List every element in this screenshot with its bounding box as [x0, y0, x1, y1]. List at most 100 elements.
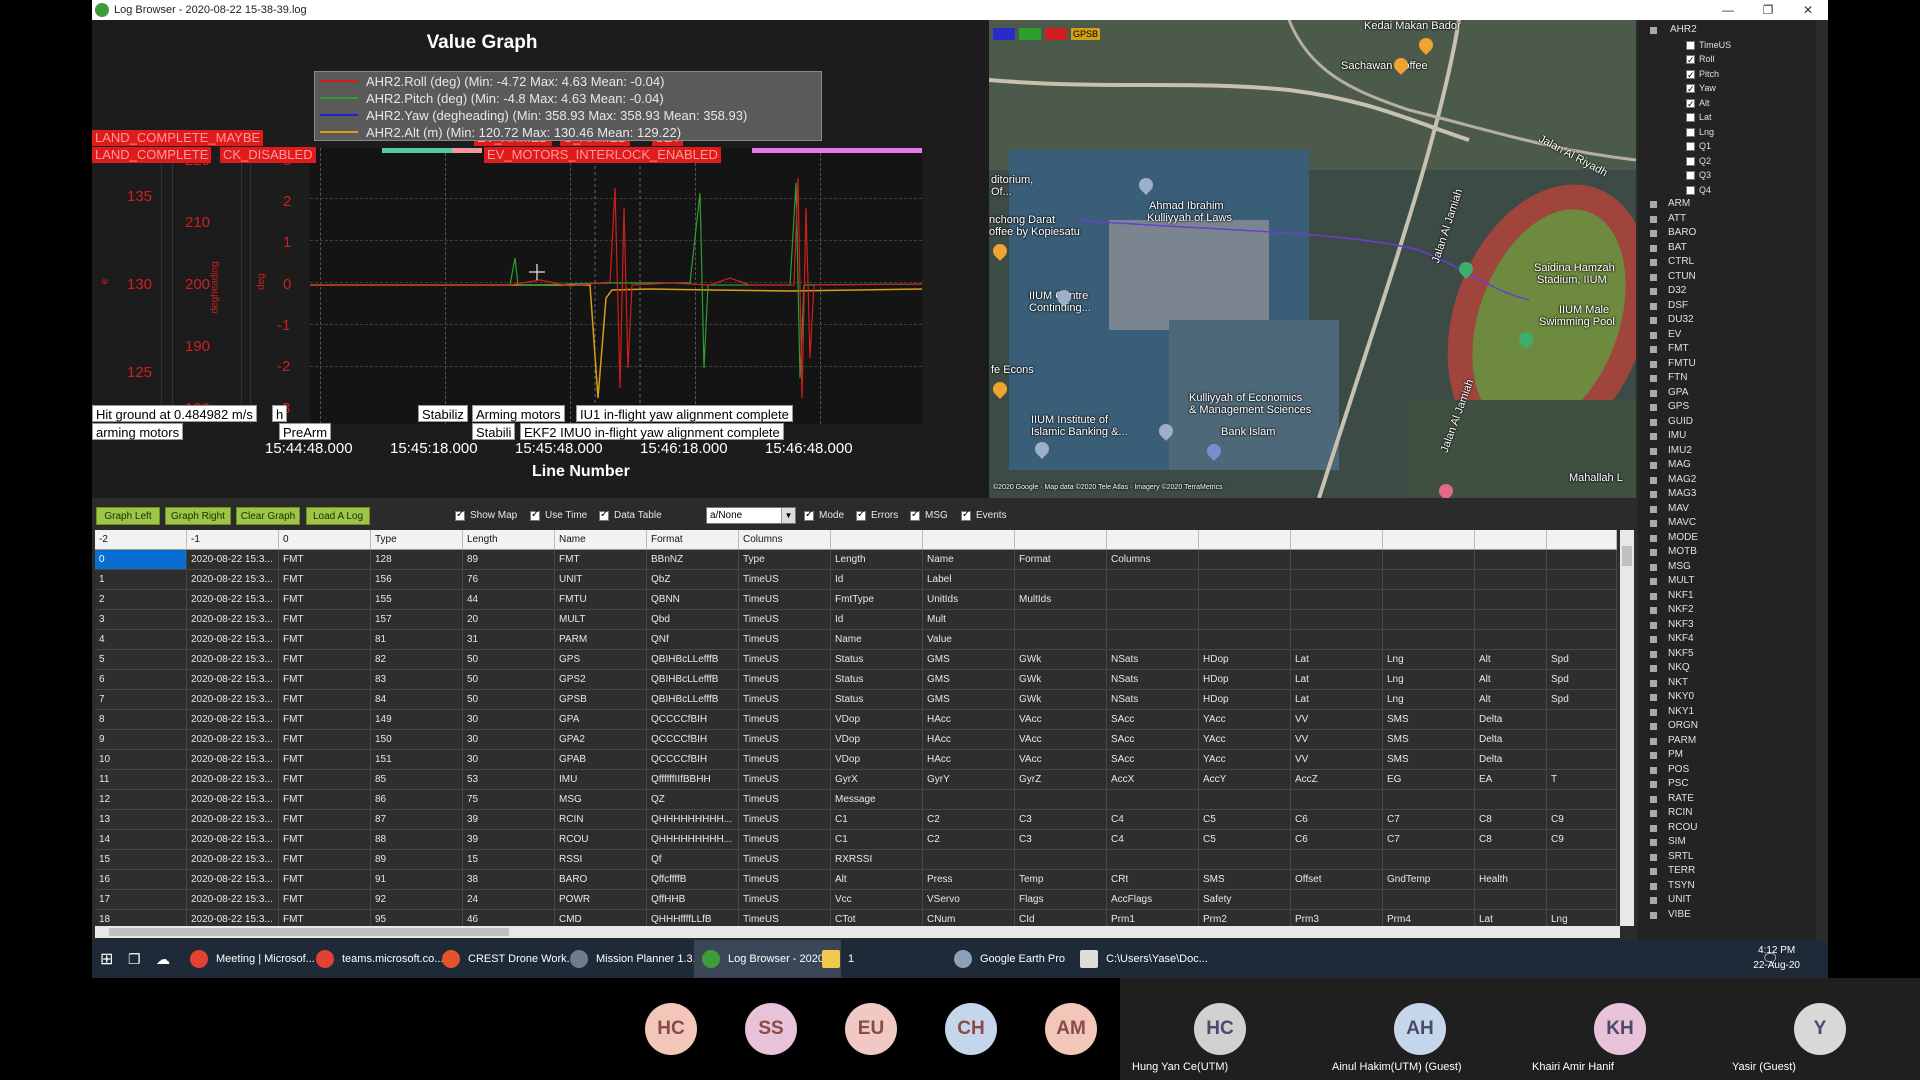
column-header[interactable] [923, 530, 1015, 550]
table-cell[interactable]: Prm2 [1199, 910, 1291, 926]
expand-icon[interactable] [1650, 491, 1657, 498]
table-cell[interactable] [1475, 590, 1547, 610]
table-cell[interactable] [1291, 630, 1383, 650]
table-cell[interactable]: 5 [95, 650, 187, 670]
table-cell[interactable]: 2020-08-22 15:3... [187, 610, 279, 630]
column-header[interactable]: Format [647, 530, 739, 550]
tree-item[interactable]: BAT [1638, 241, 1816, 256]
table-cell[interactable]: 20 [463, 610, 555, 630]
table-cell[interactable]: 2020-08-22 15:3... [187, 790, 279, 810]
table-cell[interactable]: C7 [1383, 830, 1475, 850]
table-cell[interactable]: HAcc [923, 710, 1015, 730]
column-header[interactable]: 0 [279, 530, 371, 550]
expand-icon[interactable] [1650, 795, 1657, 803]
table-cell[interactable]: Mult [923, 610, 1015, 630]
table-cell[interactable]: EG [1383, 770, 1475, 790]
table-cell[interactable] [1291, 850, 1383, 870]
table-cell[interactable]: C1 [831, 810, 923, 830]
table-cell[interactable]: FMT [279, 730, 371, 750]
table-cell[interactable]: NSats [1107, 690, 1199, 710]
table-cell[interactable]: Delta [1475, 730, 1547, 750]
instance-combo[interactable]: a/None ▼ [706, 507, 796, 524]
table-cell[interactable]: Length [831, 550, 923, 570]
table-row[interactable]: 14 2020-08-22 15:3... FMT 88 39 RCOU QHHHHHHHH… [95, 830, 1625, 850]
tree-item[interactable]: MODE [1638, 531, 1816, 546]
chevron-down-icon[interactable]: ▼ [781, 508, 795, 523]
table-cell[interactable] [1199, 550, 1291, 570]
table-cell[interactable]: MSG [555, 790, 647, 810]
table-cell[interactable]: VV [1291, 730, 1383, 750]
errors-checkbox[interactable]: Errors [856, 509, 898, 521]
expand-icon[interactable] [1650, 592, 1657, 600]
table-cell[interactable] [1107, 790, 1199, 810]
table-cell[interactable]: 18 [95, 910, 187, 926]
table-cell[interactable]: SAcc [1107, 730, 1199, 750]
tree-item[interactable]: MAG3 [1638, 487, 1816, 502]
table-cell[interactable] [1199, 630, 1291, 650]
tree-item[interactable]: PM [1638, 748, 1816, 763]
table-row[interactable]: 1 2020-08-22 15:3... FMT 156 76 UNIT QbZ TimeUS… [95, 570, 1625, 590]
expand-icon[interactable] [1650, 563, 1657, 571]
tree-item[interactable]: GUID [1638, 415, 1816, 430]
table-cell[interactable]: 15 [95, 850, 187, 870]
table-cell[interactable]: TimeUS [739, 570, 831, 590]
table-cell[interactable]: FMT [279, 690, 371, 710]
table-cell[interactable]: GWk [1015, 690, 1107, 710]
table-cell[interactable]: GyrZ [1015, 770, 1107, 790]
tree-item[interactable]: NKF1 [1638, 589, 1816, 604]
column-header[interactable]: Type [371, 530, 463, 550]
load-log-button[interactable]: Load A Log [306, 507, 370, 525]
table-cell[interactable]: C6 [1291, 810, 1383, 830]
table-cell[interactable]: C7 [1383, 810, 1475, 830]
table-cell[interactable]: RCOU [555, 830, 647, 850]
table-cell[interactable] [1475, 790, 1547, 810]
minimize-button[interactable]: — [1708, 0, 1748, 20]
table-cell[interactable]: Lat [1291, 670, 1383, 690]
table-cell[interactable]: Lat [1291, 650, 1383, 670]
table-cell[interactable] [923, 850, 1015, 870]
table-cell[interactable]: 2020-08-22 15:3... [187, 870, 279, 890]
table-cell[interactable]: GyrY [923, 770, 1015, 790]
table-cell[interactable]: Spd [1547, 650, 1617, 670]
expand-icon[interactable] [1650, 302, 1657, 310]
tree-field-item[interactable]: Q1 [1638, 139, 1816, 154]
tree-item[interactable]: SIM [1638, 835, 1816, 850]
table-cell[interactable] [1291, 790, 1383, 810]
table-cell[interactable]: FMT [279, 710, 371, 730]
table-cell[interactable]: TimeUS [739, 910, 831, 926]
table-cell[interactable] [1475, 890, 1547, 910]
table-cell[interactable] [1107, 590, 1199, 610]
table-cell[interactable]: Vcc [831, 890, 923, 910]
table-cell[interactable]: TimeUS [739, 810, 831, 830]
participant-avatar[interactable]: HC [645, 1003, 697, 1055]
table-cell[interactable]: Lng [1383, 650, 1475, 670]
table-cell[interactable]: VDop [831, 730, 923, 750]
table-cell[interactable]: TimeUS [739, 730, 831, 750]
table-cell[interactable]: PARM [555, 630, 647, 650]
table-cell[interactable]: MULT [555, 610, 647, 630]
expand-icon[interactable] [1650, 549, 1657, 556]
table-cell[interactable] [1475, 610, 1547, 630]
table-cell[interactable]: 31 [463, 630, 555, 650]
expand-icon[interactable] [1650, 462, 1657, 469]
table-cell[interactable]: 7 [95, 690, 187, 710]
table-cell[interactable] [1383, 850, 1475, 870]
table-cell[interactable]: Lng [1383, 690, 1475, 710]
taskbar-item-crest[interactable]: CREST Drone Work... [442, 940, 576, 978]
tree-item[interactable]: GPA [1638, 386, 1816, 401]
table-cell[interactable]: TimeUS [739, 670, 831, 690]
table-cell[interactable]: Lat [1475, 910, 1547, 926]
table-cell[interactable]: HAcc [923, 730, 1015, 750]
participant-avatar[interactable]: AM [1045, 1003, 1097, 1055]
table-cell[interactable]: 2020-08-22 15:3... [187, 630, 279, 650]
table-cell[interactable]: 39 [463, 830, 555, 850]
table-cell[interactable]: POWR [555, 890, 647, 910]
table-cell[interactable]: VAcc [1015, 710, 1107, 730]
table-cell[interactable] [1547, 730, 1617, 750]
taskbar-item-meeting[interactable]: Meeting | Microsof... [190, 940, 315, 978]
table-cell[interactable]: GPA2 [555, 730, 647, 750]
expand-icon[interactable] [1650, 215, 1657, 223]
table-cell[interactable]: 2020-08-22 15:3... [187, 910, 279, 926]
expand-icon[interactable] [1650, 346, 1657, 353]
table-cell[interactable]: 50 [463, 650, 555, 670]
